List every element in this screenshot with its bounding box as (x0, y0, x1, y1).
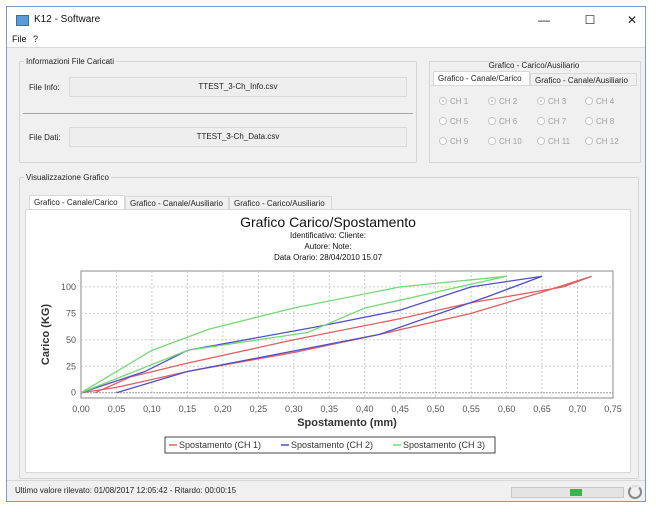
progress-fill (569, 489, 582, 496)
y-tick-label: 75 (66, 308, 76, 318)
x-tick-label: 0,40 (356, 404, 374, 414)
x-tick-label: 0,60 (498, 404, 516, 414)
x-tick-label: 0,20 (214, 404, 232, 414)
x-tick-label: 0,65 (533, 404, 551, 414)
load-displacement-chart: 0,00 0,05 0,10 0,15 0,20 0,25 0,30 0,35 0,40 0,45… (40, 270, 622, 454)
x-tick-label: 0,05 (108, 404, 126, 414)
legend-label: Spostamento (CH 1) (179, 440, 261, 450)
x-tick-label: 0,15 (179, 404, 197, 414)
legend-label: Spostamento (CH 3) (403, 440, 485, 450)
x-tick-label: 0,75 (604, 404, 622, 414)
x-tick-label: 0,30 (285, 404, 303, 414)
main-window: K12 - Software — ☐ ✕ File ? Informazioni… (6, 6, 646, 502)
x-tick-label: 0,00 (72, 404, 90, 414)
status-bar: Ultimo valore rilevato: 01/08/2017 12:05… (7, 480, 645, 501)
x-tick-label: 0,25 (250, 404, 268, 414)
x-tick-label: 0,45 (391, 404, 409, 414)
legend-label: Spostamento (CH 2) (291, 440, 373, 450)
y-tick-label: 25 (66, 361, 76, 371)
y-axis-label: Carico (KG) (40, 304, 52, 365)
progress-bar (511, 487, 624, 498)
x-tick-label: 0,50 (427, 404, 445, 414)
x-tick-label: 0,70 (569, 404, 587, 414)
x-tick-label: 0,35 (321, 404, 339, 414)
refresh-spinner-icon[interactable] (628, 485, 642, 499)
y-tick-label: 50 (66, 335, 76, 345)
y-tick-label: 0 (71, 388, 76, 398)
x-tick-label: 0,55 (462, 404, 480, 414)
y-tick-label: 100 (61, 282, 76, 292)
status-text: Ultimo valore rilevato: 01/08/2017 12:05… (15, 486, 237, 495)
x-axis-label: Spostamento (mm) (297, 417, 397, 429)
x-tick-label: 0,10 (143, 404, 161, 414)
